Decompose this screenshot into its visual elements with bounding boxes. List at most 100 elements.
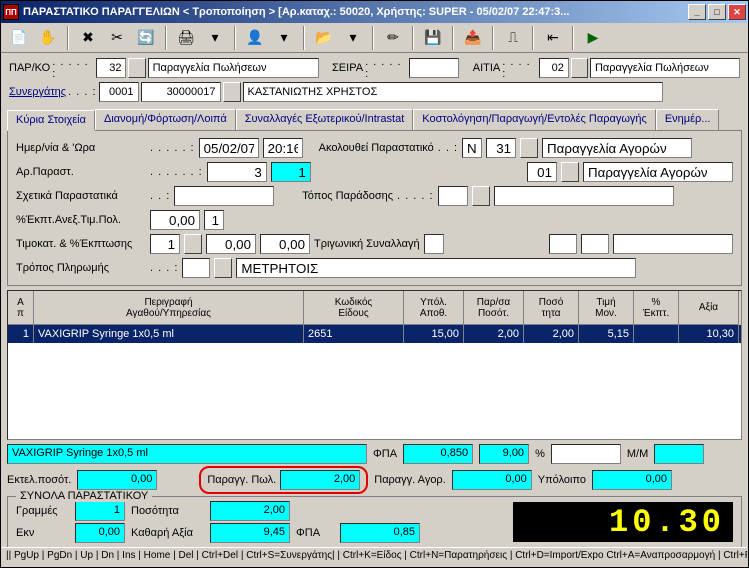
col-code[interactable]: Κωδικός Είδους	[304, 291, 404, 325]
parko-desc[interactable]	[148, 58, 319, 78]
arpar1-field[interactable]	[207, 162, 267, 182]
ypol-label: Υπόλοιπο	[538, 474, 586, 486]
timokat1-field[interactable]	[150, 234, 180, 254]
parko-lookup-button[interactable]	[128, 58, 145, 78]
col-price[interactable]: Τιμή Μον.	[579, 291, 634, 325]
akol-desc[interactable]	[542, 138, 692, 158]
timokat2-field[interactable]	[206, 234, 256, 254]
assoc-lookup-button[interactable]	[561, 162, 579, 182]
new-icon[interactable]: 📄	[5, 25, 33, 51]
print-icon[interactable]: 🖨	[172, 25, 200, 51]
tab-update[interactable]: Ενημέρ...	[656, 109, 720, 130]
right-box3[interactable]	[613, 234, 733, 254]
syn-code2[interactable]	[141, 82, 221, 102]
close-button[interactable]: ✕	[728, 4, 746, 20]
arpar2-field[interactable]	[271, 162, 311, 182]
fpa-total-label: ΦΠΑ	[296, 527, 336, 539]
tab-main[interactable]: Κύρια Στοιχεία	[7, 110, 95, 131]
user-icon[interactable]: 👤	[241, 25, 269, 51]
aitia-label: ΑΙΤΙΑ	[473, 62, 501, 74]
minimize-button[interactable]: _	[688, 4, 706, 20]
seira-input[interactable]	[409, 58, 459, 78]
save-icon[interactable]: 💾	[419, 25, 447, 51]
item-name-display: VAXIGRIP Syringe 1x0,5 ml	[7, 444, 367, 464]
col-desc[interactable]: Περιγραφή Αγαθού/Υπηρεσίας	[34, 291, 304, 325]
col-qty[interactable]: Ποσό τητα	[524, 291, 579, 325]
statusbar: || PgUp | PgDn | Up | Dn | Ins | Home | …	[2, 547, 747, 567]
assoc-code[interactable]	[527, 162, 557, 182]
send-icon[interactable]: 📤	[459, 25, 487, 51]
cut-icon[interactable]: ✂	[103, 25, 131, 51]
aitia-lookup-button[interactable]	[571, 58, 588, 78]
tab-main-content: Ημερ/νία & 'Ωρα. . . . . : Ακολουθεί Παρ…	[7, 131, 742, 286]
grid-row-selected[interactable]: 1 VAXIGRIP Syringe 1x0,5 ml 2651 15,00 2…	[8, 325, 741, 343]
cell-disc	[634, 325, 679, 343]
ekpt2-field[interactable]	[204, 210, 224, 230]
date-field[interactable]	[199, 138, 259, 158]
open-icon[interactable]: ✋	[34, 25, 62, 51]
parko-label: ΠΑΡ/ΚΟ	[9, 62, 50, 74]
akol-code[interactable]	[486, 138, 516, 158]
ektel-value: 0,00	[77, 470, 157, 490]
trig-label: Τριγωνική Συναλλαγή	[314, 238, 420, 250]
delete-icon[interactable]: ✖	[74, 25, 102, 51]
ypol-value: 0,00	[592, 470, 672, 490]
right-box2[interactable]	[581, 234, 609, 254]
timokat3-field[interactable]	[260, 234, 310, 254]
ekn-label: Εκν	[16, 527, 71, 539]
col-ordqty[interactable]: Παρ/σα Ποσότ.	[464, 291, 524, 325]
user-options-icon[interactable]: ▾	[270, 25, 298, 51]
topos-code-field[interactable]	[438, 186, 468, 206]
maximize-button[interactable]: □	[708, 4, 726, 20]
led-total-display: 10.30	[513, 502, 733, 542]
right-box1[interactable]	[549, 234, 577, 254]
aitia-code[interactable]	[539, 58, 569, 78]
timokat-lookup-button[interactable]	[184, 234, 202, 254]
topos-desc-field[interactable]	[494, 186, 674, 206]
ekpt1-field[interactable]	[150, 210, 200, 230]
syn-name[interactable]	[243, 82, 663, 102]
syn-code1[interactable]	[99, 82, 139, 102]
tab-distribution[interactable]: Διανομή/Φόρτωση/Λοιπά	[95, 109, 236, 130]
time-field[interactable]	[263, 138, 303, 158]
fpa-value: 0,850	[403, 444, 473, 464]
tropos-code-field[interactable]	[182, 258, 210, 278]
aitia-desc[interactable]	[590, 58, 740, 78]
paragor-label: Παραγγ. Αγορ.	[374, 474, 446, 486]
synergatis-label[interactable]: Συνεργάτης	[9, 86, 66, 98]
tab-costing[interactable]: Κοστολόγηση/Παραγωγή/Εντολές Παραγωγής	[413, 109, 656, 130]
tropos-lookup-button[interactable]	[214, 258, 232, 278]
refresh-icon[interactable]: 🔄	[132, 25, 160, 51]
tropos-desc-field[interactable]	[236, 258, 636, 278]
syn-lookup-button[interactable]	[223, 82, 241, 102]
folder-icon[interactable]: 📂	[310, 25, 338, 51]
col-value[interactable]: Αξία	[679, 291, 739, 325]
align-icon[interactable]: ⇤	[539, 25, 567, 51]
col-disc[interactable]: % Έκπτ.	[634, 291, 679, 325]
tab-intrastat[interactable]: Συναλλαγές Εξωτερικού/Intrastat	[236, 109, 414, 130]
trig-field[interactable]	[424, 234, 444, 254]
cell-value: 10,30	[679, 325, 739, 343]
sxetika-field[interactable]	[174, 186, 274, 206]
folder-options-icon[interactable]: ▾	[339, 25, 367, 51]
parko-code[interactable]	[96, 58, 126, 78]
kath-label: Καθαρή Αξία	[131, 527, 206, 539]
totals-frame: ΣΥΝΟΛΑ ΠΑΡΑΣΤΑΤΙΚΟΥ Γραμμές 1 Εκν 0,00 Π…	[7, 496, 742, 548]
cell-num: 1	[8, 325, 34, 343]
date-label: Ημερ/νία & 'Ωρα	[16, 142, 146, 154]
tropos-label: Τρόπος Πληρωμής	[16, 262, 146, 274]
akol-lookup-button[interactable]	[520, 138, 538, 158]
ektel-label: Εκτελ.ποσότ.	[7, 474, 71, 486]
stand-icon[interactable]: ⎍	[499, 25, 527, 51]
green-arrow-icon[interactable]: ▶	[579, 25, 607, 51]
pencil-icon[interactable]: ✏	[379, 25, 407, 51]
akol-flag[interactable]	[462, 138, 482, 158]
topos-lookup-button[interactable]	[472, 186, 490, 206]
assoc-desc[interactable]	[583, 162, 733, 182]
paragor-value: 0,00	[452, 470, 532, 490]
tabstrip: Κύρια Στοιχεία Διανομή/Φόρτωση/Λοιπά Συν…	[7, 109, 742, 131]
grammes-label: Γραμμές	[16, 505, 71, 517]
col-stock[interactable]: Υπόλ. Αποθ.	[404, 291, 464, 325]
print-options-icon[interactable]: ▾	[201, 25, 229, 51]
col-num[interactable]: Α π	[8, 291, 34, 325]
